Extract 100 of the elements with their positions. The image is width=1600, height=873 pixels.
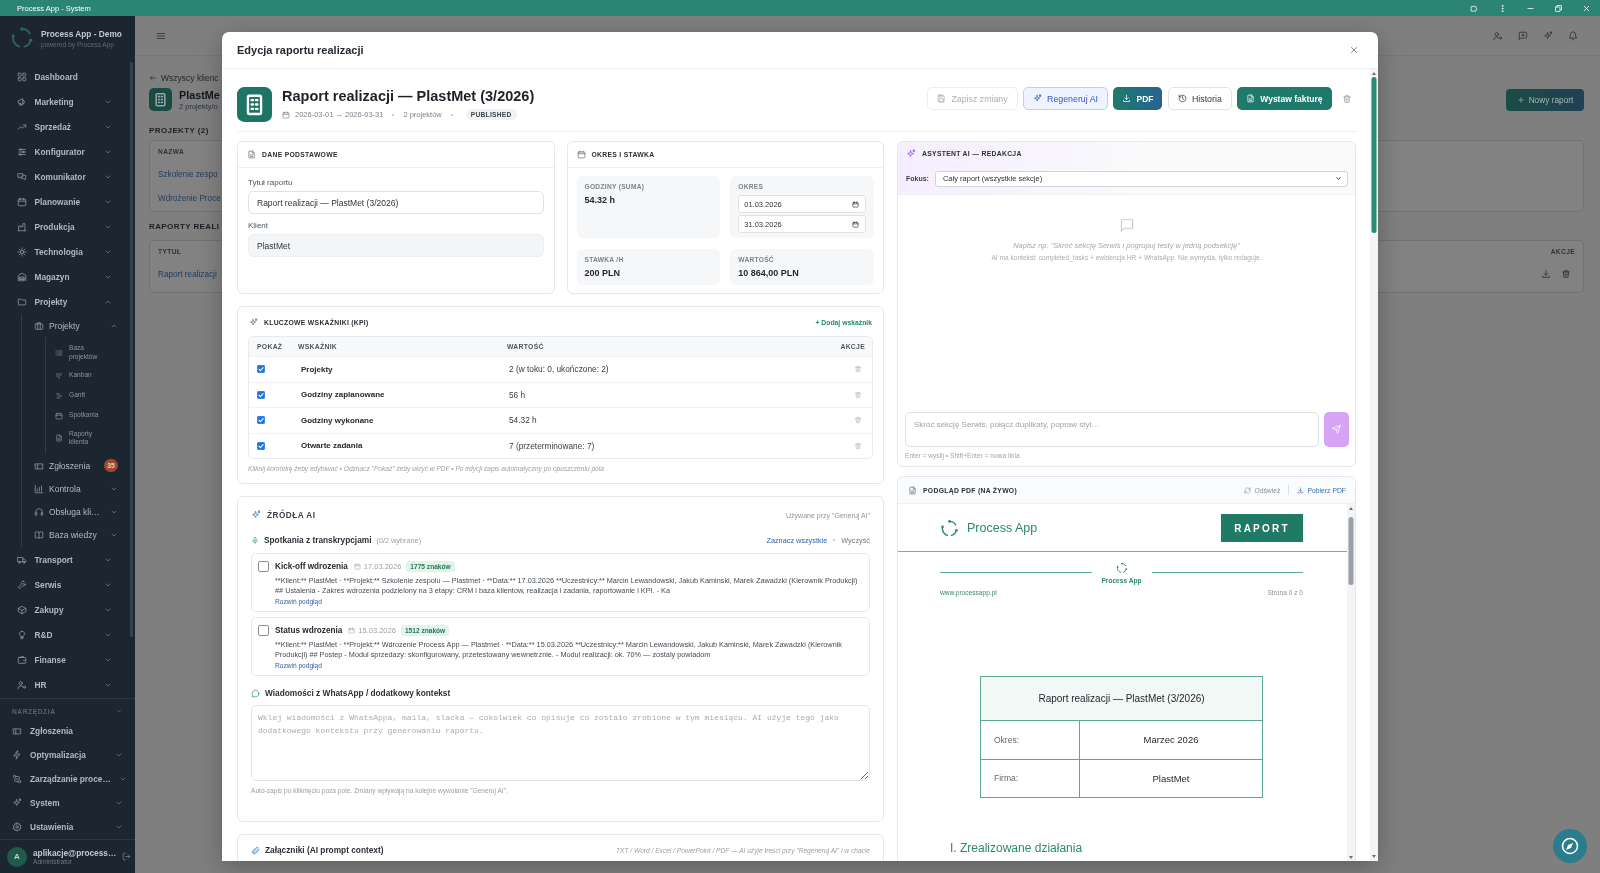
send-button[interactable] bbox=[1324, 411, 1349, 447]
sidebar-item[interactable]: Transport bbox=[0, 547, 128, 573]
sidebar-item[interactable]: Sprzedaż bbox=[0, 114, 128, 139]
megaphone-icon bbox=[17, 96, 27, 107]
wallet-icon bbox=[17, 654, 27, 665]
sidebar-item[interactable]: Produkcja bbox=[0, 214, 128, 239]
send-icon bbox=[1332, 424, 1341, 434]
person-icon[interactable] bbox=[1493, 30, 1503, 41]
trash-icon[interactable] bbox=[854, 390, 862, 399]
sidebar-item[interactable]: Dashboard bbox=[0, 64, 128, 89]
sidebar-item[interactable]: Baza wiedzy bbox=[0, 523, 128, 547]
sparkle-icon bbox=[251, 510, 261, 520]
sidebar-item[interactable]: Planowanie bbox=[0, 189, 128, 214]
calendar-icon bbox=[852, 220, 859, 228]
readonly-field[interactable]: PlastMet bbox=[248, 234, 544, 257]
context-field[interactable]: Wklej wiadomości z WhatsAppa, maila, slacka — cokolwiek co opisuje co zostało zrobione w tym miesiącu. AI użyje tego jako dodatkowego kontekstu przy generowaniu raportu. bbox=[251, 705, 870, 781]
field-label: Tytuł raportu bbox=[248, 178, 293, 188]
text-field[interactable]: Raport realizacji — PlastMet (3/2026) bbox=[248, 191, 544, 214]
menu-icon[interactable] bbox=[156, 30, 166, 41]
mic-icon bbox=[251, 535, 259, 545]
checkbox[interactable] bbox=[258, 624, 269, 636]
logout-icon[interactable] bbox=[122, 852, 132, 862]
bulb-icon bbox=[17, 629, 27, 640]
table-cell: Raport realizacji — PlastMet (3/2026) bbox=[981, 676, 1262, 721]
bar-chart-icon bbox=[34, 483, 44, 494]
sidebar-item[interactable]: System bbox=[0, 791, 135, 816]
puzzle-icon[interactable] bbox=[1469, 3, 1479, 13]
truck-icon bbox=[17, 554, 27, 565]
bell-icon[interactable] bbox=[1568, 30, 1578, 41]
report-badge: RAPORT bbox=[1221, 514, 1303, 542]
sidebar-item[interactable]: Optymalizacja bbox=[0, 743, 135, 768]
building-icon bbox=[237, 87, 272, 122]
timeline-icon bbox=[55, 391, 63, 400]
calendar-icon bbox=[353, 562, 361, 570]
checkbox[interactable] bbox=[257, 416, 265, 425]
scrollbar[interactable] bbox=[1370, 69, 1378, 861]
checkbox[interactable] bbox=[257, 390, 265, 399]
download-icon[interactable] bbox=[1541, 269, 1551, 279]
invoice-button[interactable]: Wystaw fakturę bbox=[1237, 87, 1332, 110]
message-plus-icon[interactable] bbox=[1518, 30, 1528, 41]
sidebar-item[interactable]: Ustawienia bbox=[0, 815, 135, 840]
sidebar-item[interactable]: Zgłoszenia bbox=[0, 719, 135, 744]
calendar-icon bbox=[55, 411, 63, 420]
report-title: Raport realizacji — PlastMet (3/2026) bbox=[282, 87, 535, 105]
sparkle-icon bbox=[12, 798, 22, 809]
table-cell: Otwarte zadania bbox=[301, 441, 363, 451]
lightning-icon bbox=[12, 750, 22, 761]
close-icon[interactable] bbox=[1581, 3, 1591, 13]
stat-value: 54.32 h bbox=[584, 195, 616, 205]
history-button[interactable]: Historia bbox=[1167, 87, 1232, 110]
logo-icon bbox=[1115, 561, 1128, 574]
checkbox[interactable] bbox=[257, 441, 265, 450]
sidebar-item[interactable]: Marketing bbox=[0, 89, 128, 114]
pdf-button[interactable]: PDF bbox=[1113, 87, 1163, 110]
table-cell: Okres: bbox=[981, 720, 1080, 759]
section-heading: I. Zrealizowane działania bbox=[950, 840, 1083, 855]
restore-icon[interactable] bbox=[1553, 3, 1563, 13]
refresh-icon bbox=[1244, 486, 1252, 494]
trash-icon[interactable] bbox=[1561, 269, 1571, 279]
message-field[interactable]: Skróć sekcję Serwis, połącz duplikaty, popraw styl… bbox=[905, 411, 1319, 447]
trash-icon[interactable] bbox=[854, 416, 862, 425]
scrollbar[interactable] bbox=[1347, 504, 1355, 861]
calendar-icon bbox=[282, 110, 290, 119]
table-cell: 7 (przeterminowane: 7) bbox=[509, 440, 595, 451]
sidebar-item[interactable]: HR bbox=[0, 672, 128, 698]
compass-icon[interactable] bbox=[1553, 829, 1587, 863]
sidebar-item[interactable]: Projekty bbox=[0, 314, 128, 337]
close-icon[interactable] bbox=[1349, 45, 1359, 55]
checkbox[interactable] bbox=[257, 365, 265, 374]
stat-value: 10 864,00 PLN bbox=[738, 268, 799, 278]
sidebar-item[interactable]: Finanse bbox=[0, 647, 128, 673]
sidebar-item[interactable]: Komunikator bbox=[0, 164, 128, 189]
sidebar-item[interactable]: Kontrola bbox=[0, 477, 128, 501]
meeting-title: Kick-off wdrozenia bbox=[275, 561, 348, 571]
trash-icon[interactable] bbox=[854, 441, 862, 450]
sidebar-item[interactable]: Magazyn bbox=[0, 264, 128, 289]
document-icon bbox=[908, 485, 917, 495]
trash-icon[interactable] bbox=[854, 365, 862, 374]
sidebar-item[interactable]: Projekty bbox=[0, 289, 128, 314]
trash-icon[interactable] bbox=[1342, 93, 1352, 104]
sidebar-item[interactable]: Serwis bbox=[0, 572, 128, 598]
sliders-icon bbox=[17, 146, 27, 157]
sidebar-item[interactable]: Obsługa kli… bbox=[0, 500, 128, 524]
checkbox[interactable] bbox=[258, 560, 269, 572]
sidebar-item[interactable]: Konfigurator bbox=[0, 139, 128, 164]
sidebar-item[interactable]: Zarządzanie proce… bbox=[0, 767, 135, 792]
building-icon bbox=[149, 88, 172, 111]
back-link[interactable]: Wszyscy klienc bbox=[149, 69, 219, 87]
sidebar-item[interactable]: R&D bbox=[0, 622, 128, 648]
regenerate-button[interactable]: Regeneruj AI bbox=[1023, 87, 1108, 110]
calendar-icon bbox=[852, 200, 859, 208]
history-icon bbox=[1177, 94, 1187, 103]
sidebar-item[interactable]: Technologia bbox=[0, 239, 128, 264]
sidebar-item[interactable]: Zakupy bbox=[0, 597, 128, 623]
card-title: Załączniki (AI prompt context) bbox=[265, 845, 384, 855]
sparkle-icon[interactable] bbox=[1543, 30, 1553, 41]
new-report-button[interactable]: Nowy raport bbox=[1506, 89, 1584, 111]
arrow-left-icon bbox=[149, 74, 157, 82]
nodes-icon bbox=[12, 774, 22, 785]
paperclip-icon bbox=[251, 845, 260, 855]
